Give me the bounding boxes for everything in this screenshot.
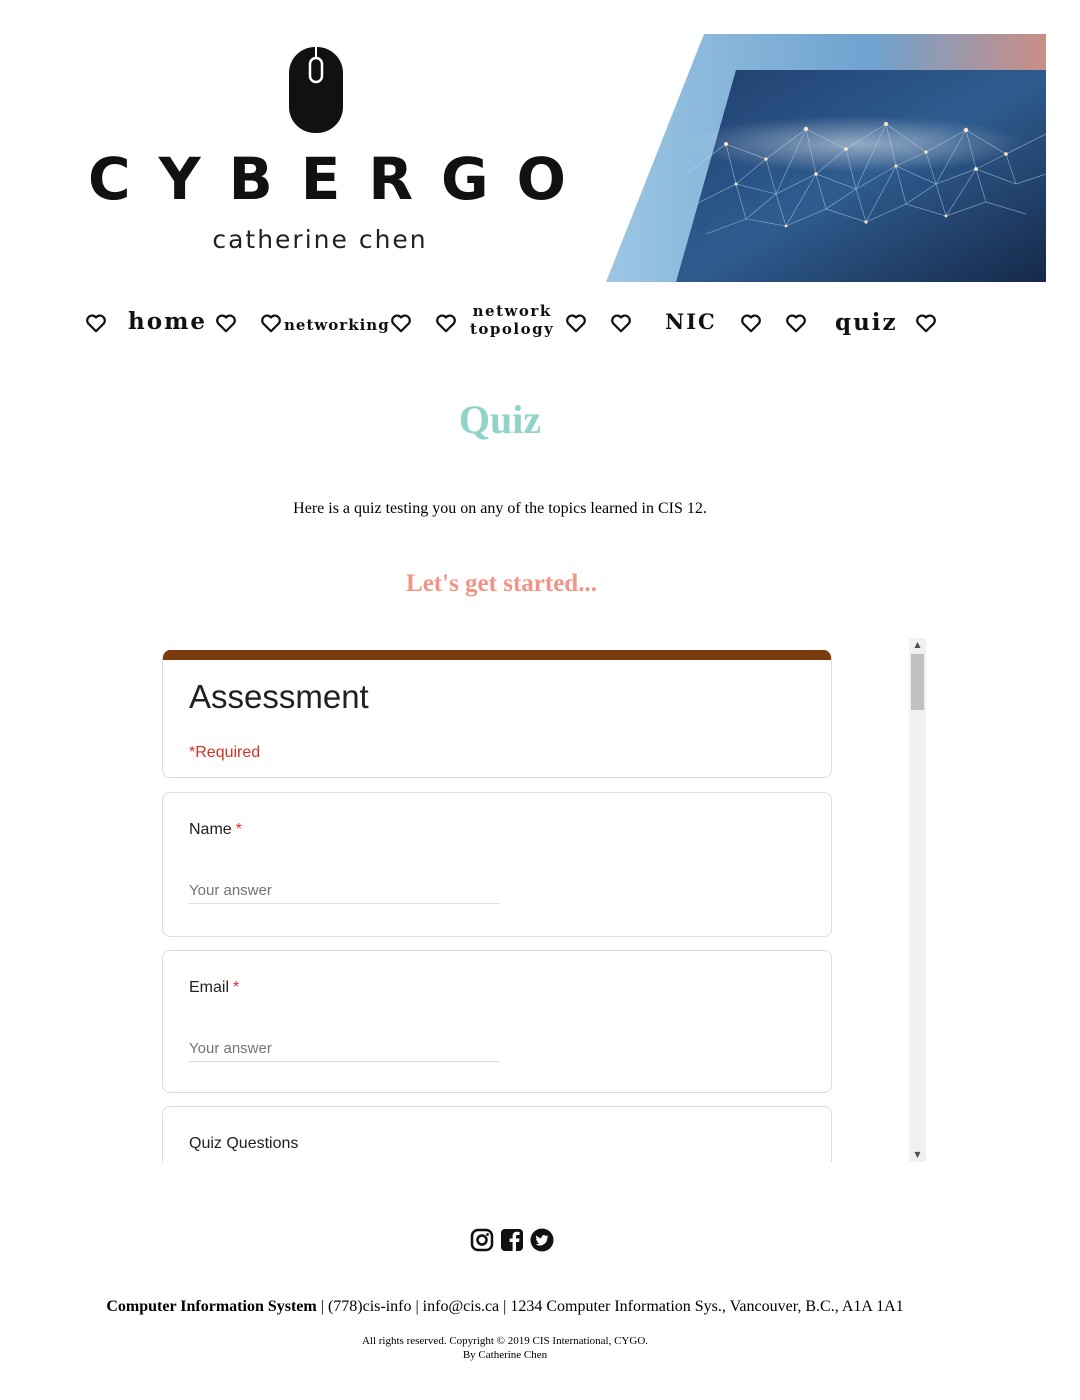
company-name: Computer Information System [106, 1298, 317, 1315]
name-input[interactable] [189, 877, 499, 904]
author-credit: By Catherine Chen [462, 1349, 548, 1361]
brand-logo: CYBERGO catherine chen [60, 40, 580, 270]
form-accent-bar [163, 650, 831, 660]
nav-network-topology-line1: network [472, 302, 552, 320]
heart-icon [261, 314, 281, 333]
required-mark: * [233, 979, 240, 996]
brand-name: CYBERGO [88, 145, 594, 213]
facebook-icon[interactable] [500, 1228, 524, 1252]
nav-home[interactable]: home [128, 308, 207, 335]
email-input[interactable] [189, 1035, 499, 1062]
social-links [468, 1228, 558, 1258]
heart-icon [786, 314, 806, 333]
heart-icon [741, 314, 761, 333]
heart-icon [86, 314, 106, 333]
required-note: *Required [189, 744, 260, 762]
instagram-icon[interactable] [470, 1228, 494, 1252]
heart-icon [216, 314, 236, 333]
main-nav: home networking network topology NIC qui… [0, 300, 1080, 350]
question-card-name: Name * [162, 792, 832, 937]
question-card-email: Email * [162, 950, 832, 1093]
heart-icon [566, 314, 586, 333]
nav-networking[interactable]: networking [284, 316, 390, 334]
required-mark: * [235, 821, 242, 838]
brand-tagline: catherine chen [212, 225, 428, 254]
required-text: Required [195, 744, 261, 761]
nav-network-topology[interactable]: network topology [470, 302, 554, 338]
heart-icon [916, 314, 936, 333]
nav-nic[interactable]: NIC [665, 309, 717, 334]
footer-contact: Computer Information System | (778)cis-i… [0, 1298, 1010, 1316]
network-banner-image [606, 34, 1046, 282]
question-label-text: Email [189, 979, 230, 996]
form-scroll-area[interactable]: Assessment *Required Name* Email* Quiz Q… [160, 638, 908, 1162]
computer-mouse-icon [289, 47, 343, 133]
scroll-up-arrow-icon[interactable]: ▲ [909, 638, 926, 652]
nav-quiz[interactable]: quiz [835, 309, 898, 336]
scroll-down-arrow-icon[interactable]: ▼ [909, 1148, 926, 1162]
footer-legal: All rights reserved. Copyright © 2019 CI… [0, 1334, 1010, 1362]
question-label-text: Name [189, 821, 232, 838]
copyright-text: All rights reserved. Copyright © 2019 CI… [361, 1335, 649, 1347]
intro-text: Here is a quiz testing you on any of the… [293, 500, 707, 517]
heart-icon [611, 314, 631, 333]
nav-network-topology-line2: topology [470, 320, 555, 338]
form-header-card: Assessment *Required [162, 650, 832, 778]
scroll-thumb[interactable] [911, 654, 924, 710]
heart-icon [436, 314, 456, 333]
form-title: Assessment [189, 678, 369, 715]
cta-heading: Let's get started... [406, 570, 597, 597]
section-card-quiz-questions: Quiz Questions [162, 1106, 832, 1162]
form-scrollbar[interactable]: ▲ ▼ [909, 638, 926, 1162]
contact-details: | (778)cis-info | info@cis.ca | 1234 Com… [316, 1298, 904, 1315]
question-label: Name * [189, 821, 242, 839]
page-title: Quiz [458, 397, 542, 442]
twitter-icon[interactable] [530, 1228, 554, 1252]
section-title: Quiz Questions [189, 1135, 299, 1152]
question-label: Email * [189, 979, 239, 997]
embedded-quiz-form: Assessment *Required Name* Email* Quiz Q… [160, 638, 926, 1162]
heart-icon [391, 314, 411, 333]
